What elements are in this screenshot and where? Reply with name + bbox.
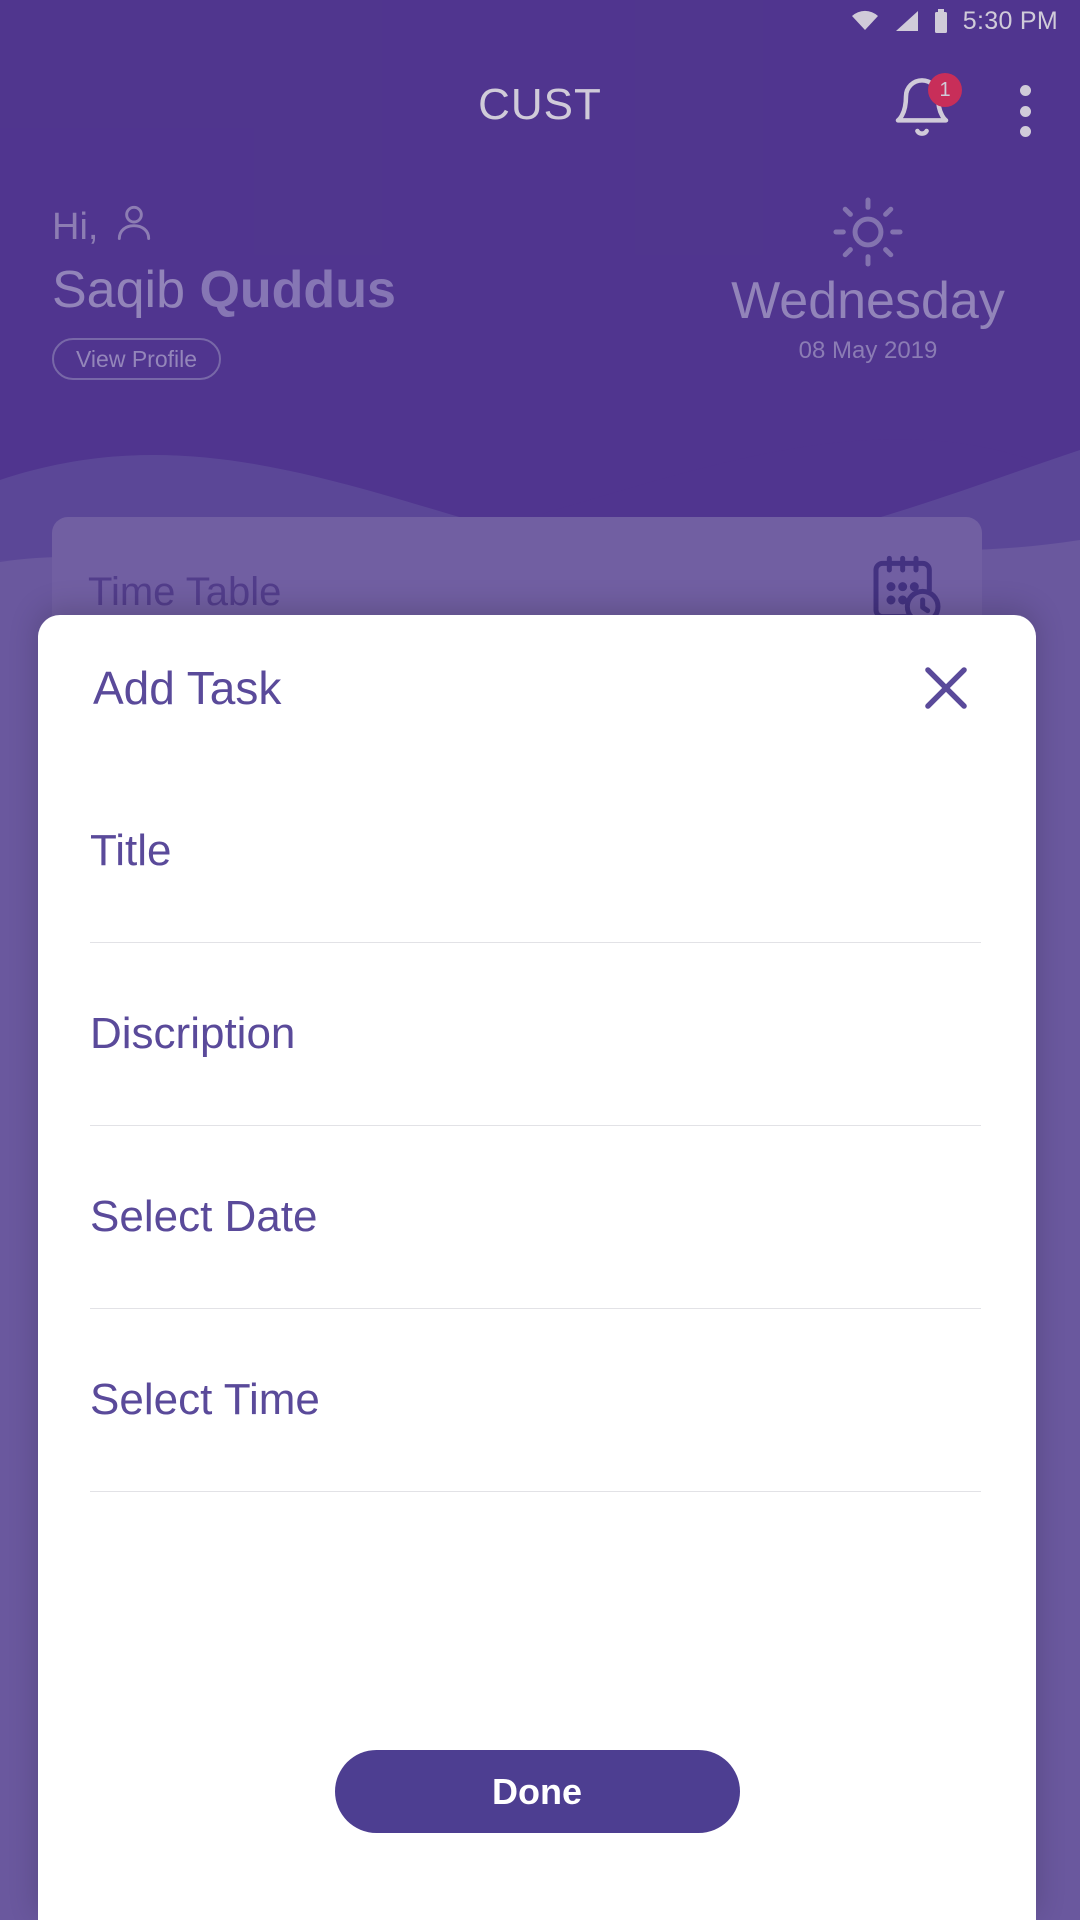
select-time-placeholder: Select Time: [90, 1375, 320, 1424]
title-input-placeholder: Title: [90, 826, 172, 875]
close-icon[interactable]: [911, 653, 981, 723]
done-button[interactable]: Done: [334, 1750, 740, 1833]
title-input[interactable]: Title: [90, 760, 981, 943]
add-task-dialog: Add Task Title Discription Select Date S…: [38, 615, 1036, 1920]
select-time-input[interactable]: Select Time: [90, 1309, 981, 1492]
description-input[interactable]: Discription: [90, 943, 981, 1126]
dialog-spacer: [38, 1492, 1036, 1742]
select-date-placeholder: Select Date: [90, 1192, 318, 1241]
dialog-actions: Done: [38, 1750, 1036, 1833]
description-input-placeholder: Discription: [90, 1009, 296, 1058]
select-date-input[interactable]: Select Date: [90, 1126, 981, 1309]
dialog-header: Add Task: [38, 615, 1036, 760]
phone-screen: 5:30 PM CUST 1 Hi, Saqib Quddus View Pro…: [0, 0, 1080, 1920]
dialog-title: Add Task: [93, 661, 282, 714]
